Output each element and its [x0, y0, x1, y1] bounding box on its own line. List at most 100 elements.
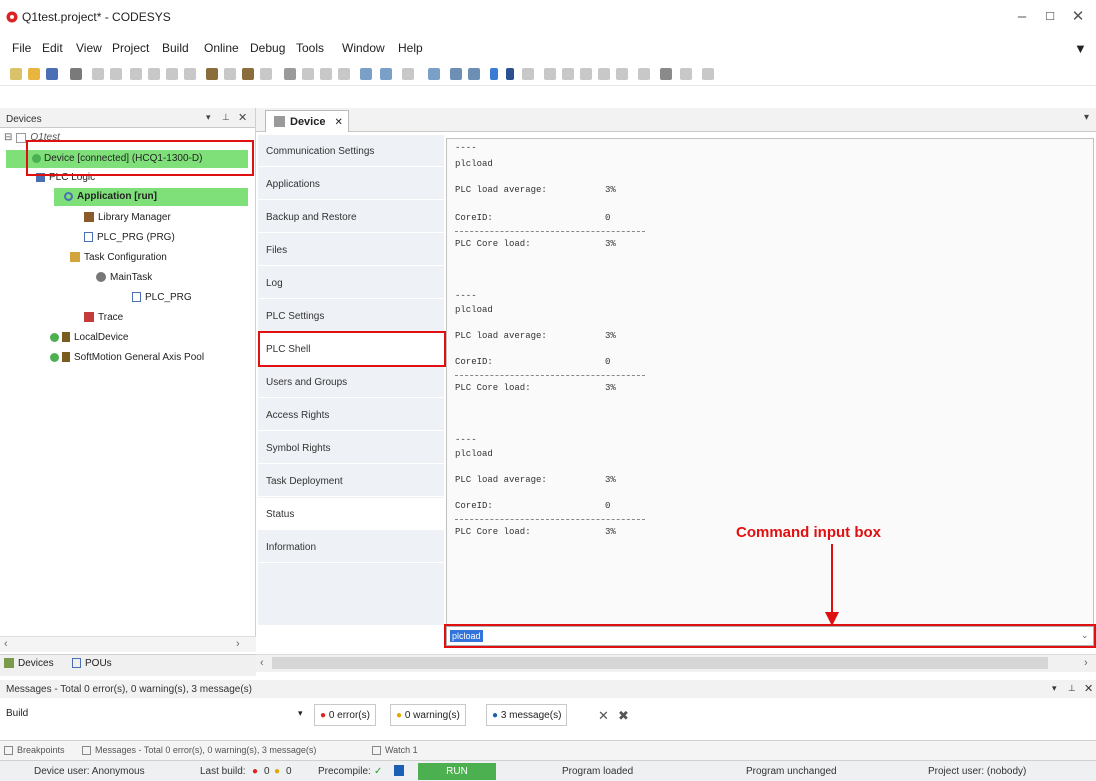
- write-values-icon[interactable]: [660, 68, 672, 80]
- devices-horizontal-scrollbar[interactable]: ‹ ›: [0, 636, 256, 652]
- collapse-icon[interactable]: ⊟: [4, 132, 12, 143]
- panel-menu-icon[interactable]: ▾: [206, 112, 211, 123]
- force-values-icon[interactable]: [680, 68, 692, 80]
- paste-icon[interactable]: [166, 68, 178, 80]
- step-into-icon[interactable]: [562, 68, 574, 80]
- tab-devices[interactable]: Devices: [4, 658, 54, 669]
- messages-source-select[interactable]: Build ▾: [0, 704, 310, 724]
- build-icon[interactable]: [360, 68, 372, 80]
- source-dropdown-icon[interactable]: ▾: [298, 708, 303, 719]
- tree-main-task[interactable]: MainTask: [96, 272, 152, 283]
- save-icon[interactable]: [46, 68, 58, 80]
- generate-code-icon[interactable]: [380, 68, 392, 80]
- device-icon[interactable]: [428, 68, 440, 80]
- clean-icon[interactable]: [402, 68, 414, 80]
- nav-symbol-rights[interactable]: Symbol Rights: [258, 432, 444, 464]
- tab-device[interactable]: Device ✕: [265, 110, 349, 132]
- tree-local-device[interactable]: LocalDevice: [50, 332, 128, 343]
- scroll-left-icon[interactable]: ‹: [4, 638, 8, 650]
- tree-trace[interactable]: Trace: [84, 312, 123, 323]
- breakpoint-icon[interactable]: [638, 68, 650, 80]
- clear-all-icon[interactable]: ✖: [618, 708, 629, 724]
- nav-applications[interactable]: Applications: [258, 168, 444, 200]
- tree-library-manager[interactable]: Library Manager: [84, 212, 171, 223]
- tab-messages[interactable]: Messages - Total 0 error(s), 0 warning(s…: [82, 745, 316, 756]
- open-icon[interactable]: [28, 68, 40, 80]
- menu-edit[interactable]: Edit: [42, 41, 63, 55]
- nav-plc-settings[interactable]: PLC Settings: [258, 300, 444, 332]
- bookmark-prev-icon[interactable]: [320, 68, 332, 80]
- find-prev-icon[interactable]: [260, 68, 272, 80]
- filter-icon[interactable]: ▼: [1074, 41, 1087, 56]
- messages-pin-icon[interactable]: ⊥: [1068, 683, 1076, 694]
- multicore-icon[interactable]: [702, 68, 714, 80]
- menu-window[interactable]: Window: [342, 41, 385, 55]
- nav-log[interactable]: Log: [258, 267, 444, 299]
- panel-close-icon[interactable]: ✕: [238, 111, 247, 124]
- maximize-button[interactable]: ☐: [1040, 8, 1060, 26]
- start-icon[interactable]: [490, 68, 498, 80]
- hscroll-left-icon[interactable]: ‹: [260, 657, 264, 669]
- tab-watch[interactable]: Watch 1: [372, 745, 418, 756]
- stop-icon[interactable]: [506, 68, 514, 80]
- tree-task-configuration[interactable]: Task Configuration: [70, 252, 167, 263]
- logout-icon[interactable]: [468, 68, 480, 80]
- nav-communication-settings[interactable]: Communication Settings: [258, 135, 444, 167]
- nav-status[interactable]: Status: [258, 498, 444, 530]
- step-over-icon[interactable]: [544, 68, 556, 80]
- minimize-button[interactable]: –: [1012, 8, 1032, 26]
- nav-files[interactable]: Files: [258, 234, 444, 266]
- errors-filter-button[interactable]: ● 0 error(s): [314, 704, 376, 726]
- clear-messages-icon[interactable]: ✕: [598, 708, 609, 724]
- redo-icon[interactable]: [110, 68, 122, 80]
- tree-plc-prg[interactable]: PLC_PRG (PRG): [84, 232, 175, 243]
- menu-online[interactable]: Online: [204, 41, 239, 55]
- bookmark-clear-icon[interactable]: [338, 68, 350, 80]
- menu-tools[interactable]: Tools: [296, 41, 324, 55]
- find-icon[interactable]: [206, 68, 218, 80]
- scroll-right-icon[interactable]: ›: [236, 638, 240, 650]
- tab-close-icon[interactable]: ✕: [335, 117, 343, 128]
- reset-icon[interactable]: [522, 68, 534, 80]
- hscroll-thumb[interactable]: [272, 657, 1048, 669]
- messages-filter-button[interactable]: ● 3 message(s): [486, 704, 568, 726]
- nav-users-groups[interactable]: Users and Groups: [258, 366, 444, 398]
- menu-file[interactable]: File: [12, 41, 31, 55]
- cut-icon[interactable]: [130, 68, 142, 80]
- menu-build[interactable]: Build: [162, 41, 189, 55]
- pin-icon[interactable]: ⊥: [222, 112, 230, 123]
- new-icon[interactable]: [10, 68, 22, 80]
- menu-debug[interactable]: Debug: [250, 41, 285, 55]
- messages-menu-icon[interactable]: ▾: [1052, 683, 1057, 694]
- find-next-icon[interactable]: [242, 68, 254, 80]
- tree-task-plc-prg[interactable]: PLC_PRG: [132, 292, 192, 303]
- bookmark-next-icon[interactable]: [302, 68, 314, 80]
- nav-task-deployment[interactable]: Task Deployment: [258, 465, 444, 497]
- nav-information[interactable]: Information: [258, 531, 444, 563]
- tab-pous[interactable]: POUs: [72, 658, 112, 669]
- step-out-icon[interactable]: [580, 68, 592, 80]
- tree-local-device-label: LocalDevice: [74, 332, 129, 343]
- menu-help[interactable]: Help: [398, 41, 423, 55]
- messages-close-icon[interactable]: ✕: [1084, 682, 1093, 695]
- replace-icon[interactable]: [224, 68, 236, 80]
- login-icon[interactable]: [450, 68, 462, 80]
- tab-list-icon[interactable]: ▾: [1084, 112, 1089, 123]
- menu-project[interactable]: Project: [112, 41, 149, 55]
- tab-breakpoints[interactable]: Breakpoints: [4, 745, 65, 756]
- warnings-filter-button[interactable]: ● 0 warning(s): [390, 704, 466, 726]
- run-to-cursor-icon[interactable]: [598, 68, 610, 80]
- nav-backup-restore[interactable]: Backup and Restore: [258, 201, 444, 233]
- bookmark-icon[interactable]: [284, 68, 296, 80]
- delete-icon[interactable]: [184, 68, 196, 80]
- copy-icon[interactable]: [148, 68, 160, 80]
- tree-application-run[interactable]: Application [run]: [54, 188, 248, 206]
- set-next-icon[interactable]: [616, 68, 628, 80]
- hscroll-right-icon[interactable]: ›: [1084, 657, 1088, 669]
- close-button[interactable]: ✕: [1068, 8, 1088, 26]
- tree-softmotion[interactable]: SoftMotion General Axis Pool: [50, 352, 204, 363]
- menu-view[interactable]: View: [76, 41, 102, 55]
- print-icon[interactable]: [70, 68, 82, 80]
- undo-icon[interactable]: [92, 68, 104, 80]
- nav-access-rights[interactable]: Access Rights: [258, 399, 444, 431]
